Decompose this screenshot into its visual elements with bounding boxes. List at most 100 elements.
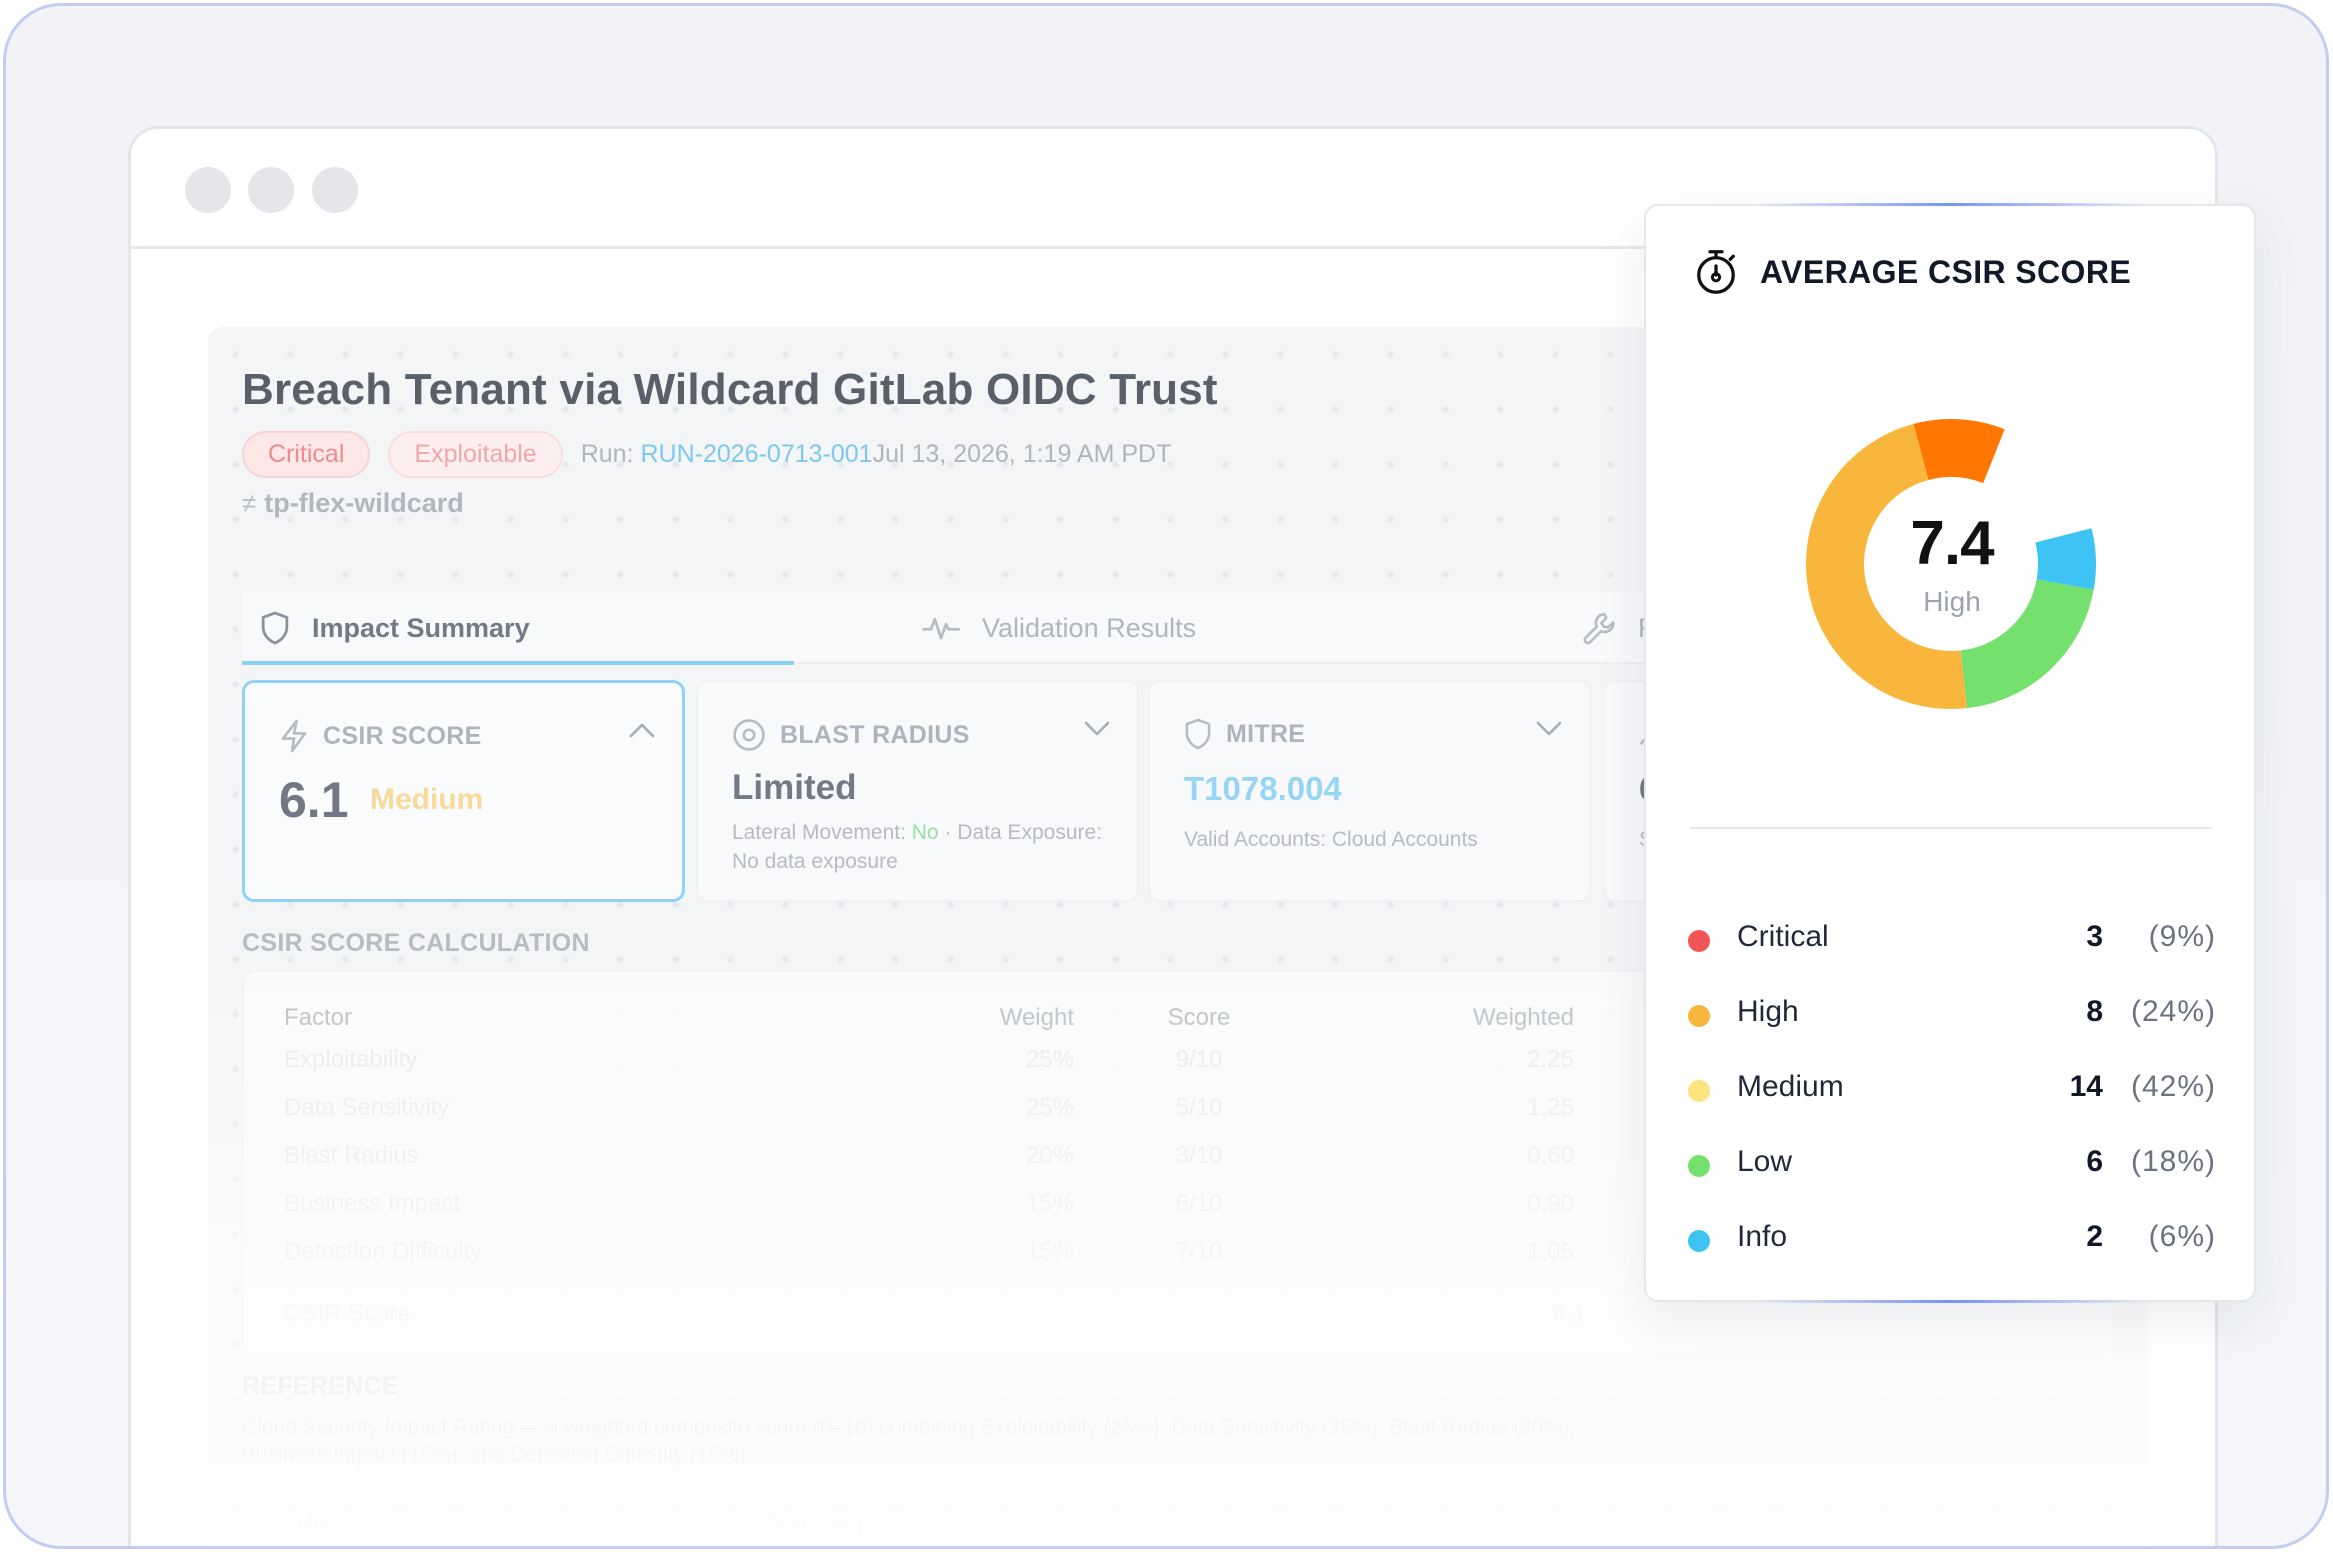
weighted-cell: 1.25 <box>1527 1094 1574 1121</box>
card-glow-bottom <box>1756 1300 2144 1303</box>
factor-cell: Detection Difficulty <box>284 1238 483 1265</box>
reference-text: Cloud Security Impact Rating — a weighte… <box>242 1416 1575 1466</box>
mitre-technique-description: Valid Accounts: Cloud Accounts <box>1184 828 1478 851</box>
tab-validation-label: Validation Results <box>982 612 1197 643</box>
weighted-cell: 0.90 <box>1527 1190 1574 1217</box>
table-row: Detection Difficulty 15% 7/10 1.05 <box>284 1228 1584 1276</box>
table-row: Exploitability 25% 9/10 2.25 <box>284 1036 1584 1084</box>
window-dot-close[interactable] <box>185 167 231 213</box>
legend-dot <box>1688 1005 1710 1027</box>
average-score-value: 7.4 <box>1910 509 1994 578</box>
tab-impact-summary[interactable]: Impact Summary <box>260 592 530 664</box>
weighted-cell: 1.05 <box>1527 1238 1574 1265</box>
average-score-rating: High <box>1923 586 1981 617</box>
chevron-down-icon[interactable] <box>1083 720 1111 738</box>
weight-cell: 25% <box>1025 1046 1074 1073</box>
col-factor: Factor <box>284 1004 353 1031</box>
separator: · <box>938 821 958 844</box>
legend-dot <box>1688 1230 1710 1252</box>
mitre-card-label: MITRE <box>1226 719 1306 748</box>
score-card-title: AVERAGE CSIR SCORE <box>1760 253 2132 290</box>
calc-table: Factor Weight Score Weighted Exploitabil… <box>284 1000 1584 1276</box>
weight-cell: 25% <box>1025 1094 1074 1121</box>
score-cell: 6/10 <box>1175 1190 1223 1217</box>
csir-score-card[interactable]: CSIR SCORE 6.1 Medium <box>242 680 685 902</box>
table-header-row: Factor Weight Score Weighted <box>284 1000 1584 1036</box>
csir-severity-label: Medium <box>370 783 484 816</box>
legend-item-medium: Medium 14 (42%) <box>1646 1068 2258 1143</box>
score-cell: 5/10 <box>1175 1094 1223 1121</box>
calc-total-label: CSIR Score <box>284 1300 411 1327</box>
weight-cell: 20% <box>1025 1142 1074 1169</box>
legend-label: Low <box>1737 1145 1793 1178</box>
window-dot-minimize[interactable] <box>248 167 294 213</box>
lightning-icon <box>281 719 307 753</box>
stopwatch-icon <box>1697 250 1735 294</box>
blast-radius-value: Limited <box>732 768 857 807</box>
severity-legend: Critical 3 (9%) High 8 (24%) Medium 14 (… <box>1646 918 2258 1293</box>
blast-card-header: BLAST RADIUS <box>732 718 970 752</box>
donut-segment-critical <box>1913 419 2005 484</box>
run-id-link[interactable]: RUN-2026-0713-001 <box>640 440 872 469</box>
legend-item-high: High 8 (24%) <box>1646 993 2258 1068</box>
weighted-cell: 0.60 <box>1527 1142 1574 1169</box>
legend-count: 2 <box>2086 1220 2103 1253</box>
legend-count: 6 <box>2086 1145 2103 1178</box>
chevron-up-icon[interactable] <box>628 721 656 739</box>
exploitable-badge: Exploitable <box>388 431 563 478</box>
legend-percent: (6%) <box>2148 1220 2216 1253</box>
factor-cell: Data Sensitivity <box>284 1094 450 1121</box>
reference-title: REFERENCE <box>242 1372 399 1400</box>
divider <box>1690 827 2212 829</box>
table-row: Business Impact 15% 6/10 0.90 <box>284 1180 1584 1228</box>
csir-card-header: CSIR SCORE <box>279 719 482 753</box>
factor-cell: Exploitability <box>284 1046 418 1073</box>
legend-label: Critical <box>1737 920 1829 953</box>
mitre-card-header: MITRE <box>1184 718 1305 750</box>
legend-percent: (18%) <box>2130 1145 2216 1178</box>
blast-radius-description: Lateral Movement: No · Data Exposure: No… <box>732 818 1112 876</box>
score-cell: 3/10 <box>1175 1142 1223 1169</box>
tab-validation-results[interactable]: Validation Results <box>922 592 1196 664</box>
score-cell: 7/10 <box>1175 1238 1223 1265</box>
legend-dot <box>1688 1155 1710 1177</box>
card-glow-top <box>1756 203 2144 206</box>
legend-item-info: Info 2 (6%) <box>1646 1218 2258 1293</box>
average-csir-score-card: AVERAGE CSIR SCORE 7.4 High Critical 3 (… <box>1644 203 2258 1303</box>
critical-badge: Critical <box>242 431 371 478</box>
weight-cell: 15% <box>1025 1238 1074 1265</box>
mitre-card[interactable]: MITRE T1078.004 Valid Accounts: Cloud Ac… <box>1148 680 1591 902</box>
legend-item-low: Low 6 (18%) <box>1646 1143 2258 1218</box>
legend-label: Medium <box>1737 1070 1844 1103</box>
legend-item-critical: Critical 3 (9%) <box>1646 918 2258 993</box>
weight-cell: 15% <box>1025 1190 1074 1217</box>
legend-label: High <box>1737 995 1799 1028</box>
run-label: Run: <box>580 440 634 468</box>
mitre-technique-link[interactable]: T1078.004 <box>1184 770 1342 808</box>
reference-table: Value Description <box>242 1497 2114 1546</box>
csir-score-value: 6.1 <box>279 772 349 828</box>
score-card-header: AVERAGE CSIR SCORE <box>1692 248 2131 296</box>
legend-percent: (24%) <box>2130 995 2216 1028</box>
window-dot-maximize[interactable] <box>312 167 358 213</box>
page-title: Breach Tenant via Wildcard GitLab OIDC T… <box>242 365 1218 414</box>
col-weighted: Weighted <box>1473 1004 1574 1031</box>
factor-cell: Blast Radius <box>284 1142 419 1169</box>
legend-count: 14 <box>2069 1070 2103 1103</box>
outer-frame: Breach Tenant via Wildcard GitLab OIDC T… <box>3 3 2329 1549</box>
run-date: Jul 13, 2026, 1:19 AM PDT <box>872 440 1172 468</box>
tab-impact-label: Impact Summary <box>312 612 530 643</box>
col-weight: Weight <box>999 1004 1074 1031</box>
chevron-down-icon[interactable] <box>1535 720 1563 738</box>
calc-total-value: 6.1 <box>1552 1300 1586 1327</box>
col-score: Score <box>1167 1004 1231 1031</box>
ref-col-description: Description <box>764 1513 870 1536</box>
activity-icon <box>922 617 960 640</box>
blast-radius-card[interactable]: BLAST RADIUS Limited Lateral Movement: N… <box>696 680 1139 902</box>
calc-section-title: CSIR SCORE CALCULATION <box>242 929 590 957</box>
lateral-movement-value: No <box>911 821 939 844</box>
target-icon <box>733 719 765 751</box>
wrench-icon <box>1583 612 1615 645</box>
weighted-cell: 2.25 <box>1527 1046 1574 1073</box>
factor-cell: Business Impact <box>284 1190 461 1217</box>
